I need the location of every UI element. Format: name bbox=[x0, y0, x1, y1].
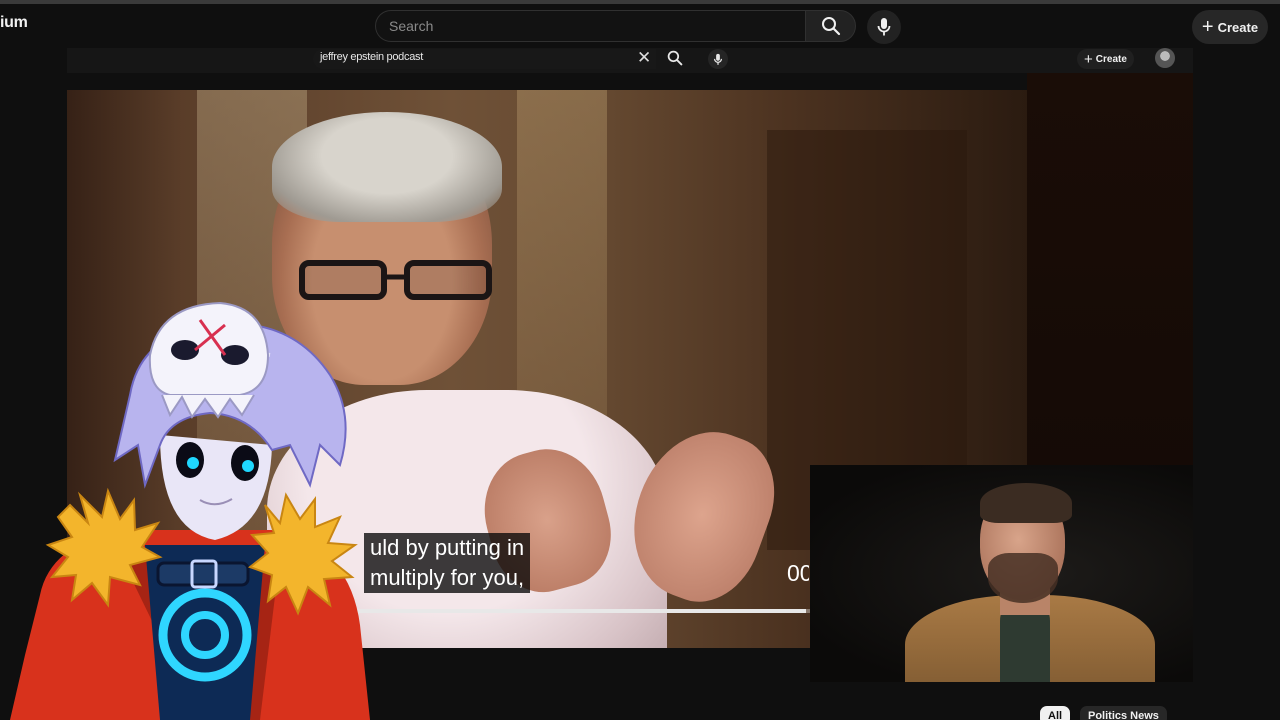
brand-logo-text[interactable]: ium bbox=[0, 14, 28, 32]
embedded-masthead: jeffrey epstein podcast ✕ + Create bbox=[67, 48, 1193, 73]
embedded-microphone-icon bbox=[713, 53, 723, 65]
search-icon bbox=[821, 17, 840, 36]
embedded-create-label: Create bbox=[1095, 53, 1127, 65]
voice-search-button[interactable] bbox=[867, 10, 901, 44]
vtuber-avatar bbox=[10, 301, 370, 720]
create-button-label: Create bbox=[1217, 19, 1259, 35]
embedded-search-icon[interactable] bbox=[667, 50, 683, 66]
masthead: ium + Create bbox=[0, 4, 1280, 48]
search-button[interactable] bbox=[805, 10, 856, 42]
embedded-voice-search-button[interactable] bbox=[708, 49, 728, 69]
speaker-hair bbox=[272, 112, 502, 222]
streamer-hair bbox=[980, 483, 1072, 523]
plus-icon: + bbox=[1201, 16, 1214, 38]
embedded-search-box[interactable]: jeffrey epstein podcast bbox=[313, 49, 656, 69]
webcam-overlay bbox=[810, 465, 1193, 682]
embedded-account-avatar[interactable] bbox=[1155, 48, 1175, 68]
streamer-beard bbox=[988, 553, 1058, 603]
video-progress-fill bbox=[357, 609, 806, 613]
video-timecode: 00 bbox=[787, 560, 809, 586]
chip-politics-news[interactable]: Politics News bbox=[1080, 706, 1167, 720]
search-input[interactable] bbox=[376, 11, 805, 41]
create-button[interactable]: + Create bbox=[1192, 10, 1268, 44]
search-box bbox=[375, 10, 806, 42]
microphone-icon bbox=[877, 18, 891, 36]
embedded-search-query: jeffrey epstein podcast bbox=[320, 51, 423, 63]
embedded-create-button[interactable]: + Create bbox=[1077, 49, 1134, 69]
streamer-shirt bbox=[1000, 605, 1050, 682]
clear-search-icon[interactable]: ✕ bbox=[637, 48, 651, 68]
chip-all[interactable]: All bbox=[1040, 706, 1071, 720]
embedded-plus-icon: + bbox=[1084, 50, 1093, 68]
